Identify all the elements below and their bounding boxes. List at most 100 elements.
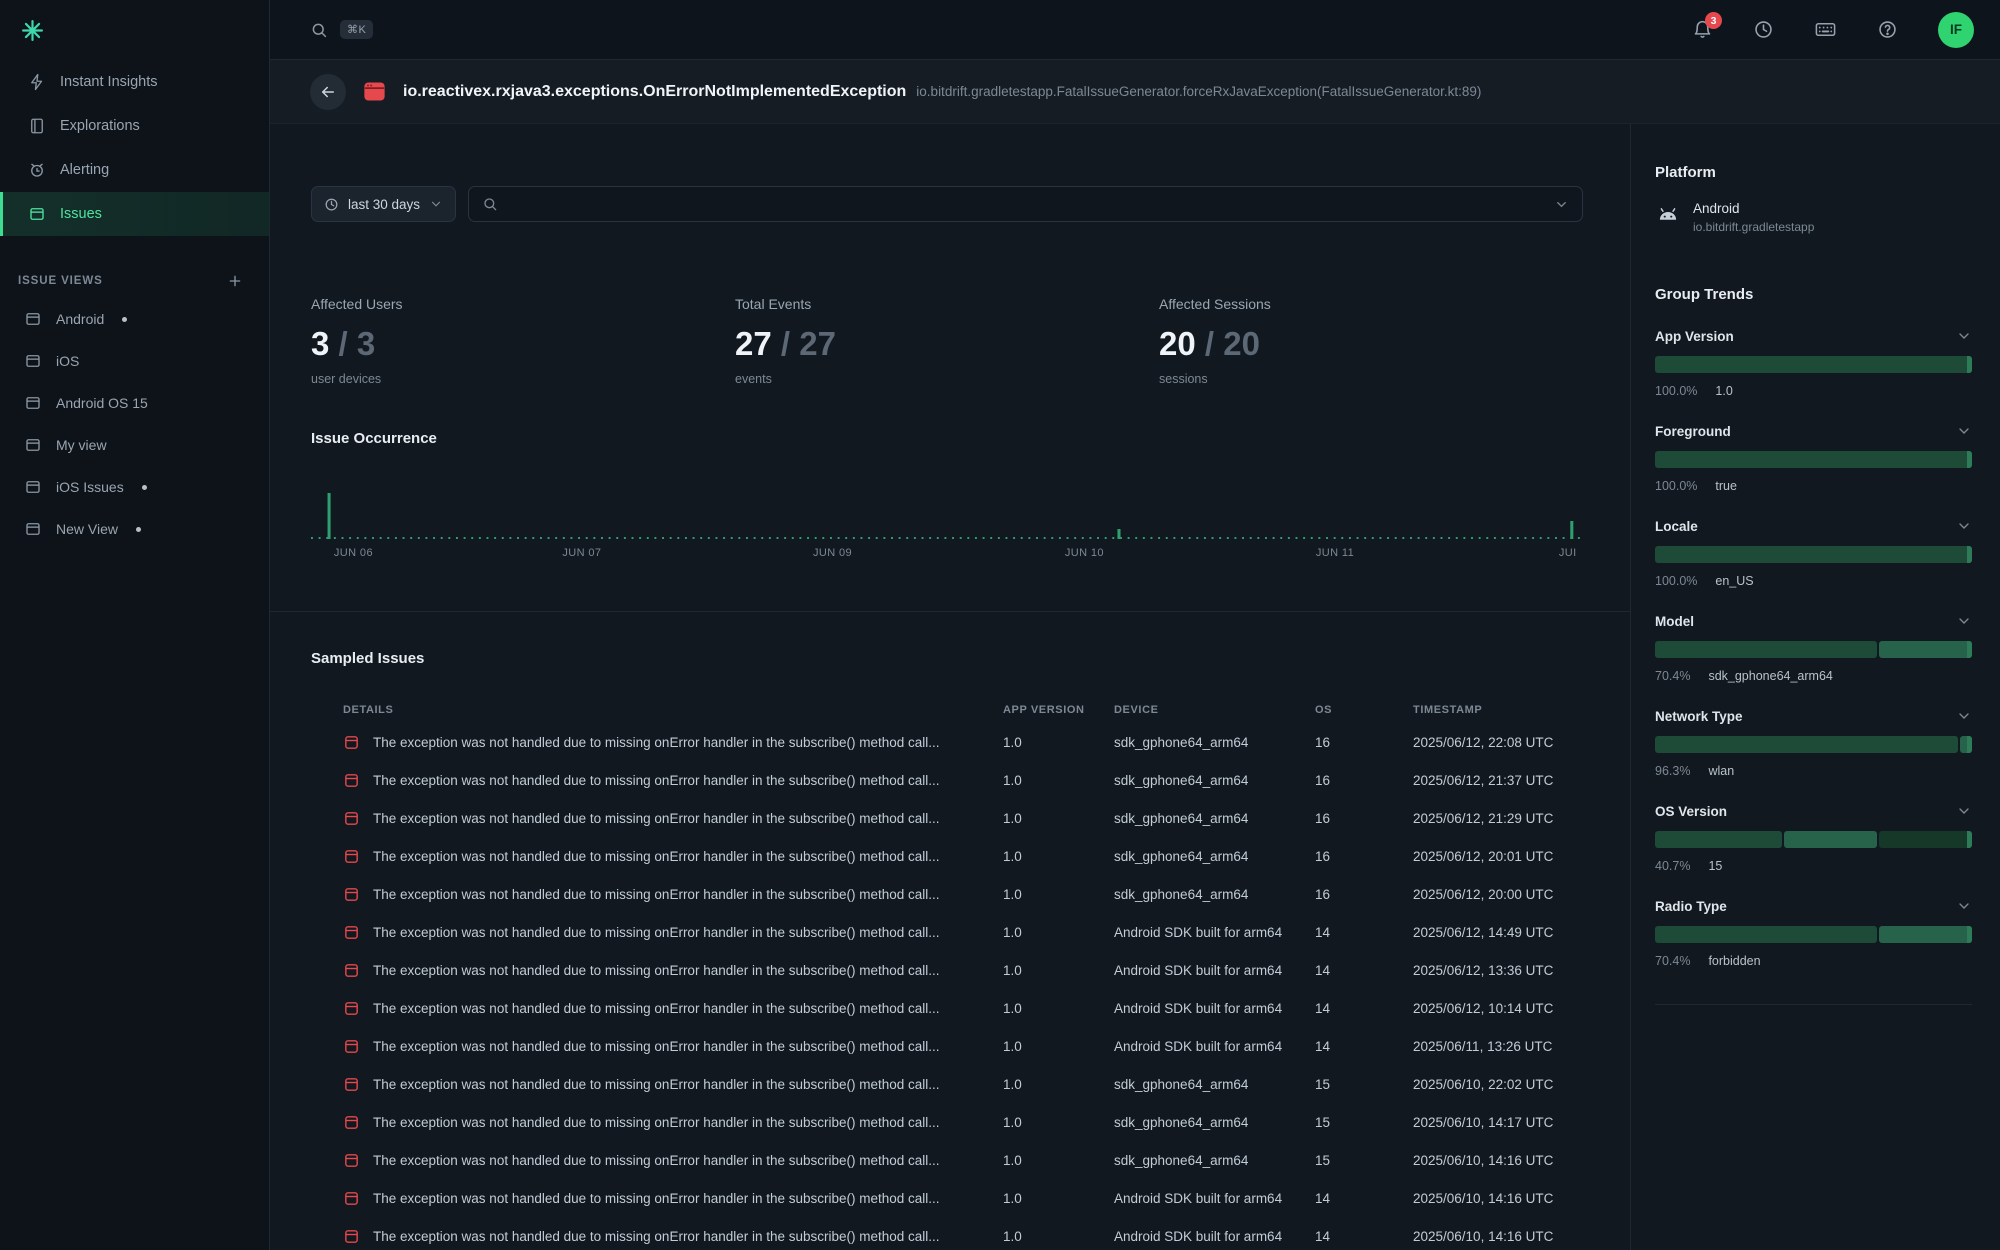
sidebar-view-new-view[interactable]: New View xyxy=(0,508,269,550)
trend-distribution-bar xyxy=(1655,356,1972,373)
trend-group-header[interactable]: Radio Type xyxy=(1655,898,1972,914)
trend-percent: 70.4% xyxy=(1655,669,1690,683)
trend-group-stats: 100.0%en_US xyxy=(1655,574,1972,588)
cell-timestamp: 2025/06/12, 21:37 UTC xyxy=(1413,773,1583,788)
trend-percent: 100.0% xyxy=(1655,574,1697,588)
logo-area xyxy=(0,0,269,60)
stat-affected-sessions: Affected Sessions20 / 20sessions xyxy=(1159,296,1583,386)
stat-total: / 27 xyxy=(772,325,836,362)
issue-report-icon xyxy=(343,1152,373,1169)
column-header-device: DEVICE xyxy=(1114,704,1315,716)
table-row[interactable]: The exception was not handled due to mis… xyxy=(343,1103,1583,1141)
cell-app-version: 1.0 xyxy=(1003,1001,1114,1016)
trend-group-radio-type: Radio Type 70.4%forbidden xyxy=(1655,898,1972,968)
sidebar-item-label: Issues xyxy=(60,206,102,222)
trend-segment xyxy=(1655,451,1972,468)
chevron-down-icon[interactable] xyxy=(1554,197,1569,212)
trend-group-header[interactable]: OS Version xyxy=(1655,803,1972,819)
chevron-down-icon xyxy=(1956,328,1972,344)
sidebar-item-label: Alerting xyxy=(60,162,109,178)
chevron-down-icon xyxy=(1956,898,1972,914)
table-row[interactable]: The exception was not handled due to mis… xyxy=(343,1027,1583,1065)
stat-unit: sessions xyxy=(1159,372,1583,386)
history-button[interactable] xyxy=(1753,19,1774,40)
sidebar-item-alerting[interactable]: Alerting xyxy=(0,148,269,192)
global-search-trigger[interactable]: ⌘K xyxy=(310,20,373,39)
cell-app-version: 1.0 xyxy=(1003,925,1114,940)
trend-percent: 70.4% xyxy=(1655,954,1690,968)
unread-dot xyxy=(142,485,147,490)
trend-group-stats: 70.4%forbidden xyxy=(1655,954,1972,968)
cell-os: 14 xyxy=(1315,1039,1413,1054)
sidebar-view-android[interactable]: Android xyxy=(0,298,269,340)
cell-details: The exception was not handled due to mis… xyxy=(373,1153,1003,1168)
cell-timestamp: 2025/06/12, 10:14 UTC xyxy=(1413,1001,1583,1016)
trend-percent: 100.0% xyxy=(1655,384,1697,398)
user-avatar[interactable]: IF xyxy=(1938,12,1974,48)
chevron-down-icon xyxy=(1956,708,1972,724)
window-icon xyxy=(24,310,42,328)
sidebar-item-explorations[interactable]: Explorations xyxy=(0,104,269,148)
shortcuts-button[interactable] xyxy=(1814,18,1837,41)
sidebar: Instant Insights Explorations Alerting Issu… xyxy=(0,0,270,1250)
occurrence-chart xyxy=(311,491,1583,539)
help-button[interactable] xyxy=(1877,19,1898,40)
cell-os: 14 xyxy=(1315,1229,1413,1244)
trend-top-value: wlan xyxy=(1708,764,1734,778)
cell-details: The exception was not handled due to mis… xyxy=(373,1077,1003,1092)
table-row[interactable]: The exception was not handled due to mis… xyxy=(343,723,1583,761)
search-icon xyxy=(310,21,328,39)
cell-timestamp: 2025/06/12, 20:01 UTC xyxy=(1413,849,1583,864)
table-row[interactable]: The exception was not handled due to mis… xyxy=(343,951,1583,989)
column-header-os: OS xyxy=(1315,704,1413,716)
time-range-dropdown[interactable]: last 30 days xyxy=(311,186,456,222)
chevron-down-icon xyxy=(1956,423,1972,439)
sidebar-view-android-os-15[interactable]: Android OS 15 xyxy=(0,382,269,424)
notifications-button[interactable]: 3 xyxy=(1692,19,1713,40)
cell-timestamp: 2025/06/12, 13:36 UTC xyxy=(1413,963,1583,978)
sidebar-item-instant-insights[interactable]: Instant Insights xyxy=(0,60,269,104)
zap-icon xyxy=(28,73,46,91)
table-row[interactable]: The exception was not handled due to mis… xyxy=(343,1141,1583,1179)
sidebar-item-label: Instant Insights xyxy=(60,74,158,90)
issue-search-input[interactable] xyxy=(508,197,1544,212)
platform-app-id: io.bitdrift.gradletestapp xyxy=(1693,220,1814,234)
table-row[interactable]: The exception was not handled due to mis… xyxy=(343,837,1583,875)
trend-group-header[interactable]: Locale xyxy=(1655,518,1972,534)
trend-group-label: App Version xyxy=(1655,329,1734,344)
sidebar-item-issues[interactable]: Issues xyxy=(0,192,269,236)
filter-row: last 30 days xyxy=(311,186,1583,222)
table-row[interactable]: The exception was not handled due to mis… xyxy=(343,799,1583,837)
brand-logo-icon[interactable] xyxy=(20,18,45,43)
trend-group-app-version: App Version100.0%1.0 xyxy=(1655,328,1972,398)
trend-segment xyxy=(1655,926,1877,943)
cell-app-version: 1.0 xyxy=(1003,849,1114,864)
trend-distribution-bar xyxy=(1655,831,1972,848)
trend-group-network-type: Network Type96.3%wlan xyxy=(1655,708,1972,778)
table-row[interactable]: The exception was not handled due to mis… xyxy=(343,761,1583,799)
cell-app-version: 1.0 xyxy=(1003,887,1114,902)
sidebar-view-ios[interactable]: iOS xyxy=(0,340,269,382)
table-row[interactable]: The exception was not handled due to mis… xyxy=(343,989,1583,1027)
table-row[interactable]: The exception was not handled due to mis… xyxy=(343,1065,1583,1103)
issue-report-icon xyxy=(343,810,373,827)
table-row[interactable]: The exception was not handled due to mis… xyxy=(343,875,1583,913)
cell-device: Android SDK built for arm64 xyxy=(1114,1229,1315,1244)
table-row[interactable]: The exception was not handled due to mis… xyxy=(343,913,1583,951)
stat-affected-users: Affected Users3 / 3user devices xyxy=(311,296,735,386)
add-view-button[interactable] xyxy=(227,273,243,289)
cell-timestamp: 2025/06/12, 20:00 UTC xyxy=(1413,887,1583,902)
cell-details: The exception was not handled due to mis… xyxy=(373,1115,1003,1130)
sidebar-view-ios-issues[interactable]: iOS Issues xyxy=(0,466,269,508)
trend-group-header[interactable]: Model xyxy=(1655,613,1972,629)
trend-distribution-bar xyxy=(1655,546,1972,563)
trend-group-header[interactable]: Foreground xyxy=(1655,423,1972,439)
trend-group-header[interactable]: Network Type xyxy=(1655,708,1972,724)
table-row[interactable]: The exception was not handled due to mis… xyxy=(343,1179,1583,1217)
sidebar-view-my-view[interactable]: My view xyxy=(0,424,269,466)
back-button[interactable] xyxy=(310,74,346,110)
unread-dot xyxy=(136,527,141,532)
table-row[interactable]: The exception was not handled due to mis… xyxy=(343,1217,1583,1250)
trend-group-header[interactable]: App Version xyxy=(1655,328,1972,344)
book-icon xyxy=(28,117,46,135)
